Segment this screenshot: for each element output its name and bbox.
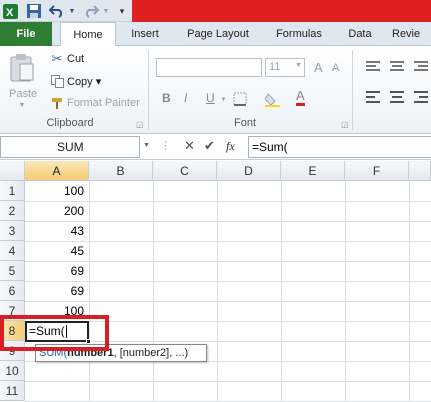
- name-box-value: SUM: [57, 140, 84, 154]
- format-painter-icon[interactable]: [50, 96, 64, 110]
- title-bar: X ▼ ▼ ▾: [0, 0, 431, 22]
- align-center-icon[interactable]: [390, 91, 404, 103]
- ribbon-separator: [148, 50, 149, 130]
- save-icon[interactable]: [26, 3, 42, 19]
- name-box-dropdown-icon[interactable]: ▼: [143, 142, 150, 149]
- undo-dropdown-icon[interactable]: ▼: [68, 3, 76, 19]
- gridline: [345, 181, 346, 402]
- cell-a4[interactable]: 45: [25, 241, 88, 261]
- column-header-b[interactable]: B: [89, 161, 153, 181]
- row-header-2[interactable]: 2: [0, 201, 25, 221]
- quick-access-toolbar: X ▼ ▼ ▾: [0, 0, 132, 22]
- copy-icon[interactable]: [50, 74, 64, 88]
- tab-home[interactable]: Home: [60, 22, 116, 47]
- gridline: [89, 181, 90, 402]
- ribbon-tabs: File Home Insert Page Layout Formulas Da…: [0, 22, 431, 47]
- excel-logo-icon[interactable]: X: [2, 3, 18, 19]
- cell-a1[interactable]: 100: [25, 181, 88, 201]
- cell-a5[interactable]: 69: [25, 261, 88, 281]
- align-left-icon[interactable]: [366, 91, 380, 103]
- bold-button[interactable]: B: [162, 91, 171, 105]
- align-bottom-icon[interactable]: [414, 60, 428, 72]
- font-size-dropdown-icon[interactable]: ▼: [295, 62, 302, 69]
- tab-formulas[interactable]: Formulas: [266, 22, 332, 46]
- column-header-a[interactable]: A: [25, 161, 89, 181]
- redo-dropdown-icon[interactable]: ▼: [102, 3, 110, 19]
- underline-button[interactable]: U: [206, 91, 215, 105]
- format-painter-button[interactable]: Format Painter: [67, 97, 140, 109]
- row-header-6[interactable]: 6: [0, 281, 25, 301]
- worksheet-grid[interactable]: A B C D E F 1 2 3 4 5 6 7 8 9 10 11 100 …: [0, 161, 431, 402]
- customize-qat-icon[interactable]: ▾: [117, 3, 127, 19]
- column-header-e[interactable]: E: [281, 161, 345, 181]
- align-middle-icon[interactable]: [390, 60, 404, 72]
- column-header-d[interactable]: D: [217, 161, 281, 181]
- copy-button[interactable]: Copy ▾: [67, 75, 101, 88]
- formula-bar: SUM ▼ ⋮ ✕ ✔ fx =Sum(: [0, 134, 431, 160]
- align-right-icon[interactable]: [414, 91, 428, 103]
- fill-color-icon[interactable]: [264, 91, 280, 107]
- gridline: [217, 181, 218, 402]
- tab-data[interactable]: Data: [340, 22, 380, 46]
- row-header-11[interactable]: 11: [0, 381, 25, 401]
- clipboard-launcher-icon[interactable]: ◲: [136, 120, 144, 129]
- formula-text: =Sum(: [252, 140, 288, 154]
- ribbon-separator: [352, 50, 353, 130]
- svg-text:X: X: [6, 7, 14, 19]
- cut-button[interactable]: Cut: [67, 53, 84, 65]
- font-launcher-icon[interactable]: ◲: [341, 120, 349, 129]
- row-header-5[interactable]: 5: [0, 261, 25, 281]
- enter-icon[interactable]: ✔: [204, 138, 215, 154]
- undo-icon[interactable]: [48, 3, 66, 19]
- gridline: [153, 181, 154, 402]
- cell-a6[interactable]: 69: [25, 281, 88, 301]
- tab-page-layout[interactable]: Page Layout: [176, 22, 260, 46]
- clipboard-group-label: Clipboard: [46, 117, 94, 129]
- row-header-1[interactable]: 1: [0, 181, 25, 201]
- shrink-font-icon[interactable]: A: [332, 62, 339, 74]
- italic-button[interactable]: I: [184, 91, 187, 105]
- cell-a3[interactable]: 43: [25, 221, 88, 241]
- formula-input[interactable]: =Sum(: [248, 136, 431, 158]
- select-all-corner[interactable]: [0, 161, 25, 181]
- gridline: [25, 381, 431, 382]
- row-header-3[interactable]: 3: [0, 221, 25, 241]
- tab-review[interactable]: Revie: [392, 22, 431, 46]
- ribbon: Paste ▼ ✂ Cut Copy ▾ Format Painter Clip…: [0, 46, 431, 134]
- gridline: [409, 181, 410, 402]
- gridline: [281, 181, 282, 402]
- font-group-label: Font: [233, 117, 256, 129]
- font-color-icon[interactable]: A: [296, 89, 305, 106]
- row-header-10[interactable]: 10: [0, 361, 25, 381]
- cell-a2[interactable]: 200: [25, 201, 88, 221]
- paste-icon[interactable]: [8, 52, 36, 84]
- font-size-value: 11: [269, 61, 281, 73]
- row-header-4[interactable]: 4: [0, 241, 25, 261]
- font-name-combo[interactable]: [156, 58, 262, 77]
- underline-dropdown-icon[interactable]: ▼: [220, 96, 227, 103]
- paste-button[interactable]: Paste: [9, 88, 37, 100]
- font-size-combo[interactable]: 11 ▼: [265, 58, 305, 77]
- borders-icon[interactable]: [232, 91, 248, 107]
- tooltip-remaining-arguments: , [number2], ...): [113, 347, 189, 359]
- annotation-highlight-box: [0, 315, 109, 351]
- column-header-f[interactable]: F: [345, 161, 409, 181]
- insert-function-icon[interactable]: fx: [226, 139, 235, 154]
- cancel-icon[interactable]: ✕: [184, 138, 195, 154]
- column-header-g[interactable]: [409, 161, 431, 181]
- paste-dropdown-icon[interactable]: ▼: [18, 101, 26, 109]
- cut-icon[interactable]: ✂: [50, 51, 64, 66]
- tab-insert[interactable]: Insert: [122, 22, 168, 46]
- column-header-c[interactable]: C: [153, 161, 217, 181]
- grow-font-icon[interactable]: A: [314, 60, 323, 75]
- tab-file[interactable]: File: [0, 22, 52, 46]
- name-box[interactable]: SUM: [0, 136, 140, 158]
- redo-icon[interactable]: [82, 3, 100, 19]
- formula-bar-grip-icon: ⋮: [160, 140, 171, 152]
- align-top-icon[interactable]: [366, 60, 380, 72]
